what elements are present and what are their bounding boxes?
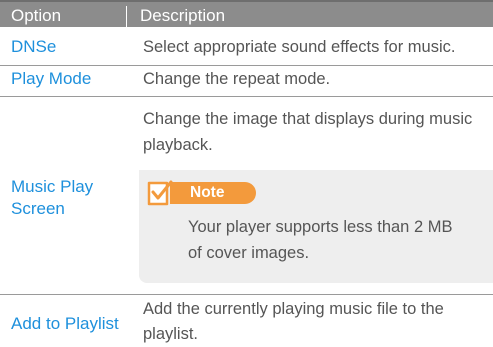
description-dnse: Select appropriate sound effects for mus… xyxy=(143,38,456,56)
table-header: Option Description xyxy=(0,0,493,27)
option-music-play-screen-line1: Music Play xyxy=(11,177,94,196)
row-divider xyxy=(0,294,493,295)
description-music-play-screen-line2: playback. xyxy=(143,136,213,154)
note-text-line2: of cover images. xyxy=(188,244,310,262)
description-music-play-screen-line1: Change the image that displays during mu… xyxy=(143,110,473,128)
option-music-play-screen-line2: Screen xyxy=(11,199,65,218)
header-option: Option xyxy=(11,6,62,25)
header-description: Description xyxy=(140,6,226,25)
description-play-mode: Change the repeat mode. xyxy=(143,70,331,88)
options-table: Option Description DNSe Select appropria… xyxy=(0,0,493,347)
option-dnse: DNSe xyxy=(11,37,57,56)
note-label: Note xyxy=(190,184,225,201)
note-check-icon xyxy=(147,180,173,206)
header-divider xyxy=(126,6,127,27)
row-divider xyxy=(0,96,493,97)
description-add-to-playlist-line2: playlist. xyxy=(143,325,199,343)
description-add-to-playlist-line1: Add the currently playing music file to … xyxy=(143,300,444,318)
option-add-to-playlist: Add to Playlist xyxy=(11,314,119,333)
note-text-line1: Your player supports less than 2 MB xyxy=(188,218,453,236)
option-play-mode: Play Mode xyxy=(11,69,92,88)
row-divider xyxy=(0,65,493,66)
